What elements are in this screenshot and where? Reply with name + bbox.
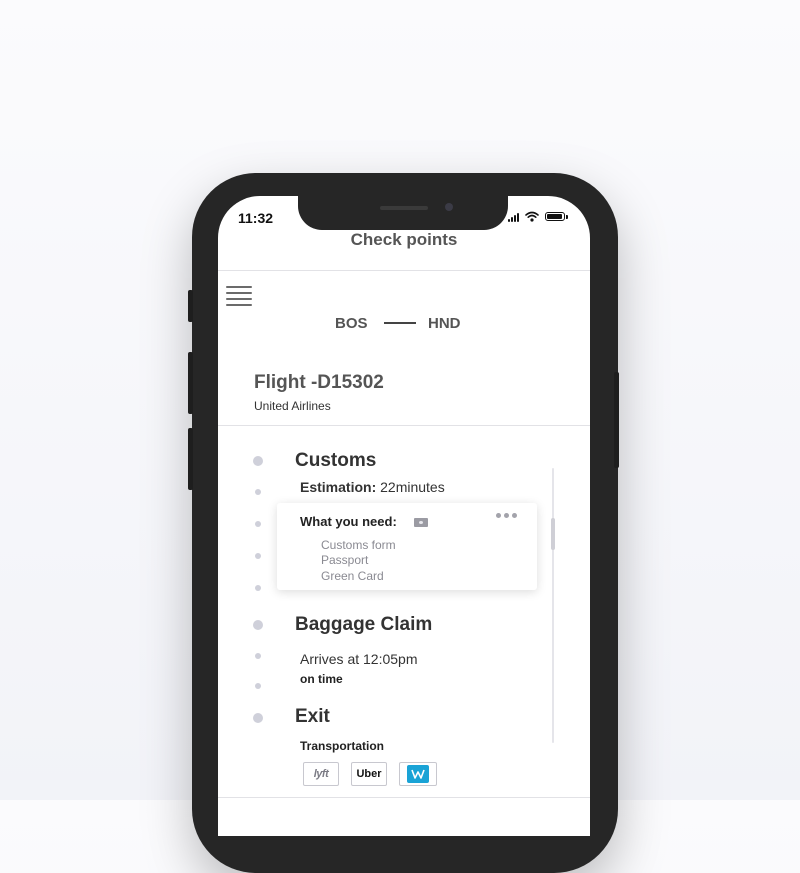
scrollbar-track[interactable] [552, 468, 554, 743]
timeline-dot [255, 653, 261, 659]
signal-icon [508, 212, 519, 222]
what-you-need-label: What you need: [300, 514, 397, 529]
front-camera [445, 203, 453, 211]
volume-up-button [188, 352, 193, 414]
timeline-dot [255, 521, 261, 527]
requirement-item: Green Card [321, 569, 384, 583]
hamburger-menu-icon[interactable] [226, 286, 252, 306]
uber-button[interactable]: Uber [351, 762, 387, 786]
rideshare-logo-icon [411, 769, 425, 779]
volume-down-button [188, 428, 193, 490]
lyft-button[interactable]: lyft [303, 762, 339, 786]
uber-logo: Uber [356, 768, 382, 780]
flight-divider [218, 425, 590, 426]
exit-title: Exit [295, 706, 330, 727]
estimation-value: 22minutes [376, 479, 445, 495]
requirement-item: Passport [321, 553, 369, 567]
more-dots-icon[interactable] [496, 513, 517, 518]
battery-tip [566, 214, 568, 219]
timeline-dot [255, 585, 261, 591]
battery-icon [545, 212, 565, 221]
speaker [380, 206, 428, 210]
baggage-title: Baggage Claim [295, 614, 433, 635]
estimation-label: Estimation: [300, 479, 377, 495]
silent-switch [188, 290, 193, 322]
wifi-icon [525, 211, 539, 222]
airline-name: United Airlines [254, 399, 331, 413]
status-icons [508, 211, 568, 222]
baggage-status: on time [300, 672, 343, 686]
timeline-dot-baggage [253, 620, 263, 630]
timeline-dot [255, 683, 261, 689]
transportation-label: Transportation [300, 739, 385, 753]
requirement-item: Customs form [321, 538, 396, 552]
rideshare-app-button[interactable] [399, 762, 437, 786]
page-title: Check points [350, 230, 458, 249]
bottom-divider [218, 797, 590, 798]
timeline-dot-customs [253, 456, 263, 466]
status-time: 11:32 [238, 210, 274, 226]
power-button [614, 372, 619, 468]
timeline-dot [255, 489, 261, 495]
customs-title: Customs [295, 450, 377, 471]
rideshare-app-icon [407, 765, 429, 783]
timeline-dot [255, 553, 261, 559]
timeline-dot-exit [253, 713, 263, 723]
customs-estimation: Estimation: 22minutes [300, 479, 445, 495]
document-icon [414, 518, 428, 527]
route-destination: HND [428, 315, 461, 332]
notch [298, 196, 508, 230]
baggage-arrival: Arrives at 12:05pm [300, 651, 418, 667]
header-divider [218, 270, 590, 271]
scrollbar-thumb[interactable] [551, 518, 555, 550]
route-line [384, 322, 416, 324]
flight-number: Flight -D15302 [254, 372, 384, 393]
route-origin: BOS [335, 315, 368, 332]
lyft-logo: lyft [313, 768, 329, 780]
